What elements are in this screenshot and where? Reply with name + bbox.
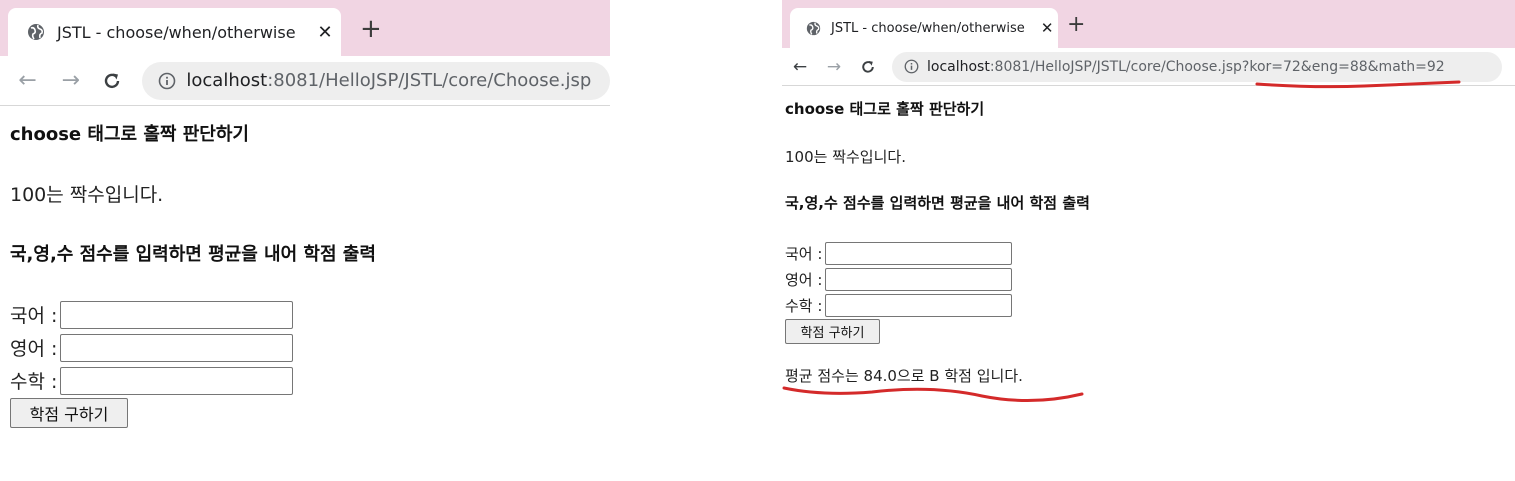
reload-icon[interactable] [95,64,128,98]
math-score-input[interactable] [60,366,294,395]
calculate-grade-button[interactable]: 학점 구하기 [10,398,128,428]
math-row: 수학 : [10,364,294,397]
browser-tab[interactable]: JSTL - choose/when/otherwise ✕ [8,8,341,56]
browser-toolbar: ← → localhost:8081/HelloJSP/JSTL/core/Ch… [0,56,610,106]
tab-strip: JSTL - choose/when/otherwise ✕ + [782,0,1515,48]
url-path: :8081/HelloJSP/JSTL/core/Choose.jsp?kor=… [989,58,1445,75]
math-score-input[interactable] [825,293,1013,317]
info-icon[interactable] [158,72,176,90]
grade-section-heading: 국,영,수 점수를 입력하면 평균을 내어 학점 출력 [785,194,1090,212]
close-icon[interactable]: ✕ [1041,19,1054,37]
url-host: localhost [927,58,990,75]
address-bar[interactable]: localhost:8081/HelloJSP/JSTL/core/Choose… [892,51,1502,82]
korean-score-input[interactable] [825,241,1013,265]
reload-icon[interactable] [854,53,882,81]
tab-title: JSTL - choose/when/otherwise [57,22,296,42]
tab-title: JSTL - choose/when/otherwise [831,20,1025,36]
browser-tab[interactable]: JSTL - choose/when/otherwise ✕ [790,8,1058,48]
page-title: choose 태그로 홀짝 판단하기 [785,100,985,118]
url-path: :8081/HelloJSP/JSTL/core/Choose.jsp [267,70,592,91]
english-row: 영어 : [10,331,294,364]
english-row: 영어 : [785,266,1013,292]
math-label: 수학 : [10,371,58,393]
english-score-input[interactable] [60,333,294,362]
forward-arrow-icon[interactable]: → [820,53,848,81]
math-row: 수학 : [785,292,1013,318]
grade-section-heading: 국,영,수 점수를 입력하면 평균을 내어 학점 출력 [10,244,376,265]
even-odd-result: 100는 짝수입니다. [10,184,164,206]
new-tab-button[interactable]: + [1067,12,1085,37]
grade-result: 평균 점수는 84.0으로 B 학점 입니다. [785,367,1023,385]
back-arrow-icon[interactable]: ← [11,64,44,98]
browser-toolbar: ← → localhost:8081/HelloJSP/JSTL/core/Ch… [782,48,1515,86]
score-form: 국어 : 영어 : 수학 : 학점 구하기 [785,240,1013,344]
english-score-input[interactable] [825,267,1013,291]
close-icon[interactable]: ✕ [318,22,333,43]
score-form: 국어 : 영어 : 수학 : 학점 구하기 [10,298,294,428]
info-icon[interactable] [904,59,919,74]
korean-label: 국어 : [10,305,58,327]
korean-row: 국어 : [785,240,1013,266]
left-browser-window: JSTL - choose/when/otherwise ✕ + ← → loc… [0,0,610,481]
new-tab-button[interactable]: + [360,14,382,44]
globe-icon [27,23,45,41]
korean-row: 국어 : [10,298,294,331]
forward-arrow-icon[interactable]: → [54,64,87,98]
address-bar[interactable]: localhost:8081/HelloJSP/JSTL/core/Choose… [142,61,610,100]
grade-result-underline [782,386,1084,403]
calculate-grade-button[interactable]: 학점 구하기 [785,319,880,344]
url-host: localhost [186,70,268,91]
even-odd-result: 100는 짝수입니다. [785,148,906,166]
globe-icon [806,21,821,36]
korean-score-input[interactable] [60,300,294,329]
right-browser-window: JSTL - choose/when/otherwise ✕ + ← → loc… [782,0,1515,481]
english-label: 영어 : [785,270,823,289]
tab-strip: JSTL - choose/when/otherwise ✕ + [0,0,610,56]
back-arrow-icon[interactable]: ← [786,53,814,81]
korean-label: 국어 : [785,244,823,263]
english-label: 영어 : [10,338,58,360]
page-title: choose 태그로 홀짝 판단하기 [10,124,249,145]
math-label: 수학 : [785,296,823,315]
